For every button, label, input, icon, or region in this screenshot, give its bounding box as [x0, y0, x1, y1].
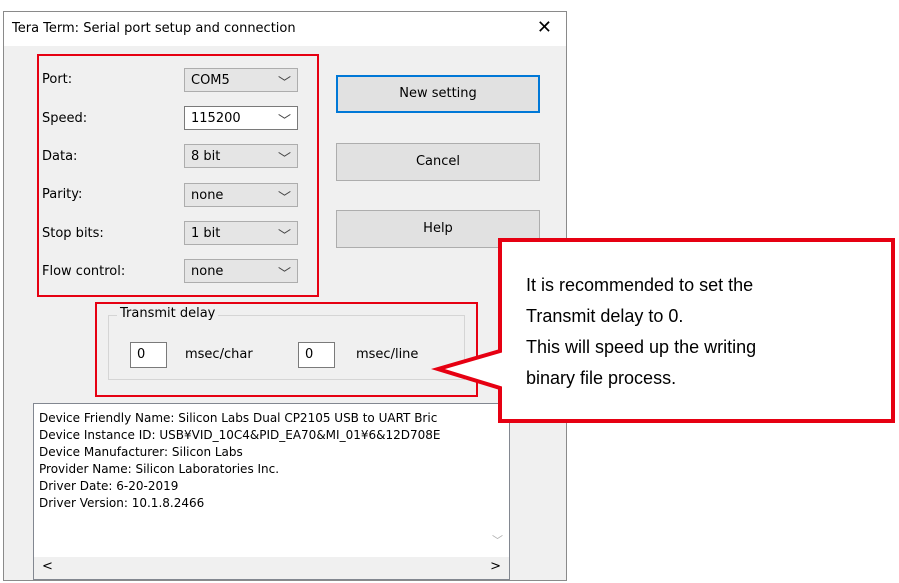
- callout-line: binary file process.: [526, 368, 677, 388]
- callout-bubble: [431, 238, 895, 423]
- callout-line: This will speed up the writing: [526, 337, 757, 357]
- callout-line: It is recommended to set the: [526, 275, 754, 295]
- callout-text: It is recommended to set the Transmit de…: [526, 270, 756, 394]
- callout-line: Transmit delay to 0.: [526, 306, 684, 326]
